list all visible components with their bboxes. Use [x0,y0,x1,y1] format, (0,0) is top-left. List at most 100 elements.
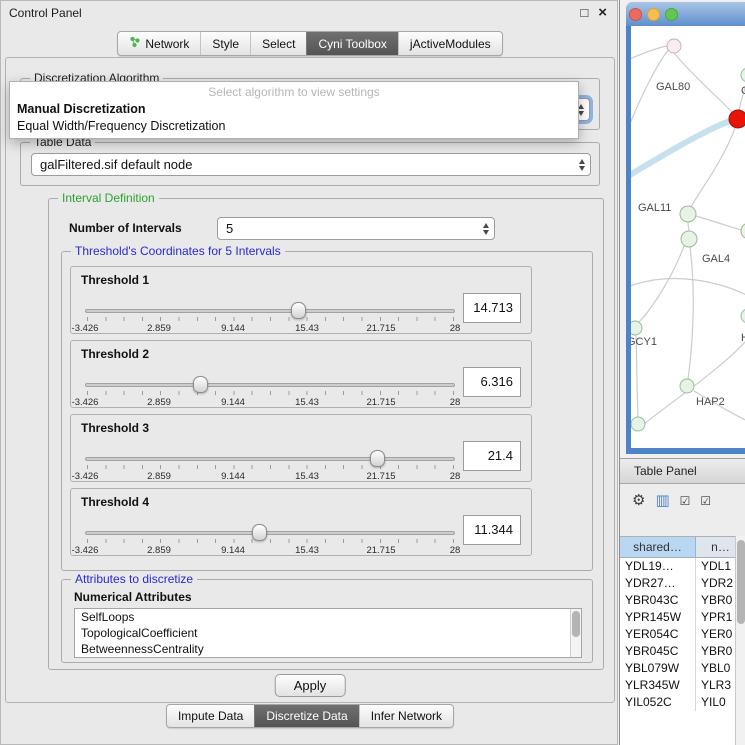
combo-stepper-icon[interactable] [579,159,585,171]
scrollbar-thumb[interactable] [572,611,580,637]
selected-network-node[interactable] [729,110,745,128]
table-cell[interactable]: YBR0 [696,643,735,660]
close-window-icon[interactable]: × [598,5,607,20]
network-node[interactable] [741,309,745,323]
tab-style[interactable]: Style [200,32,250,55]
threshold-slider[interactable]: -3.4262.8599.14415.4321.71528 [85,519,455,555]
threshold-value-field[interactable]: 11.344 [463,515,521,545]
table-cell[interactable]: YPR145W [620,609,696,626]
list-scrollbar[interactable] [570,609,581,657]
table-cell[interactable]: YBR045C [620,643,696,660]
table-cell[interactable]: YDL19… [620,558,696,575]
tab-label: Select [262,37,295,51]
network-node[interactable] [741,223,745,239]
tab-impute-data[interactable]: Impute Data [167,705,254,727]
table-cell[interactable]: YER0 [696,626,735,643]
threshold-value-field[interactable]: 21.4 [463,441,521,471]
network-view-window: GAL80GAGAL11GAL4GCY1HHAP2 [626,2,745,454]
tab-jactivemodules[interactable]: jActiveModules [398,32,502,55]
top-tab-bar: NetworkStyle Select Cyni ToolboxjActiveMod… [1,31,619,56]
gear-icon[interactable]: ⚙ [632,493,645,508]
close-traffic-light[interactable] [629,8,642,21]
table-cell[interactable]: YIL0 [696,694,735,711]
thresholds-container: Threshold 1-3.4262.8599.14415.4321.71528… [62,266,532,562]
network-node[interactable] [681,231,697,247]
float-window-icon[interactable]: □ [580,6,588,19]
table-cell[interactable]: YDR27… [620,575,696,592]
threshold-panel: Threshold 3 -3.4262.8599.14415.4321.71528… [70,414,532,482]
algorithm-option[interactable]: Manual Discretization [10,101,578,118]
tab-network[interactable]: Network [118,32,200,55]
table-cell[interactable]: YIL052C [620,694,696,711]
table-data-combo[interactable]: galFiltered.sif default node [31,153,591,176]
table-cell[interactable]: YPR1 [696,609,735,626]
table-cell[interactable]: YBL079W [620,660,696,677]
zoom-traffic-light[interactable] [665,8,678,21]
scale-label: 9.144 [221,545,245,556]
select-columns-icon[interactable]: ☑ [700,495,711,507]
node-label: GCY1 [631,336,657,348]
columns-icon[interactable]: ▥ [655,493,669,508]
table-scrollbar[interactable] [735,536,745,745]
thresholds-group-title: Threshold's Coordinates for 5 Intervals [71,244,285,258]
threshold-label: Threshold 2 [81,347,149,361]
threshold-value-field[interactable]: 6.316 [463,367,521,397]
slider-scale: -3.4262.8599.14415.4321.71528 [85,471,455,483]
list-item[interactable]: TopologicalCoefficient [75,625,581,641]
network-node[interactable] [680,379,694,393]
table-cell[interactable]: YDR2 [696,575,735,592]
table-cell[interactable]: YBR0 [696,592,735,609]
network-node[interactable] [631,321,642,335]
node-label: GAL11 [638,202,671,214]
table-row[interactable]: YER054CYER0 [620,626,735,643]
table-row[interactable]: YDR27…YDR2 [620,575,735,592]
table-row[interactable]: YDL19…YDL1 [620,558,735,575]
tab-select[interactable]: Select [250,32,306,55]
network-node[interactable] [667,39,681,53]
table-cell[interactable]: YER054C [620,626,696,643]
column-header[interactable]: shared… [620,536,696,558]
tab-discretize-data[interactable]: Discretize Data [254,705,358,727]
slider-thumb[interactable] [193,376,208,393]
threshold-slider[interactable]: -3.4262.8599.14415.4321.71528 [85,371,455,407]
network-node[interactable] [680,206,696,222]
tab-infer-network[interactable]: Infer Network [359,705,453,727]
right-panel-area: GAL80GAGAL11GAL4GCY1HHAP2 Table Panel ⚙▥… [619,0,745,745]
tab-cyni-toolbox[interactable]: Cyni Toolbox [306,32,397,55]
table-row[interactable]: YBR043CYBR0 [620,592,735,609]
table-row[interactable]: YPR145WYPR1 [620,609,735,626]
select-all-columns-icon[interactable]: ☑ [680,495,691,507]
number-of-intervals-combo[interactable]: 5 [217,217,495,240]
list-item[interactable]: SelfLoops [75,609,581,625]
slider-thumb[interactable] [291,302,306,319]
apply-button[interactable]: Apply [275,674,346,697]
minimize-traffic-light[interactable] [647,8,660,21]
table-row[interactable]: YBR045CYBR0 [620,643,735,660]
table-cell[interactable]: YBR043C [620,592,696,609]
table-cell[interactable]: YLR345W [620,677,696,694]
network-edge [691,128,735,207]
numerical-attributes-list[interactable]: SelfLoopsTopologicalCoefficientBetweenne… [74,608,582,658]
network-canvas[interactable]: GAL80GAGAL11GAL4GCY1HHAP2 [631,26,745,448]
scrollbar-thumb[interactable] [737,540,745,624]
table-cell[interactable]: YLR3 [696,677,735,694]
table-row[interactable]: YBL079WYBL0 [620,660,735,677]
combo-stepper-icon[interactable] [483,223,489,235]
network-node[interactable] [631,417,645,431]
table-row[interactable]: YLR345WYLR3 [620,677,735,694]
table-cell[interactable]: YDL1 [696,558,735,575]
bottom-tab-bar: Impute DataDiscretize DataInfer Network [1,704,619,728]
threshold-slider[interactable]: -3.4262.8599.14415.4321.71528 [85,297,455,333]
threshold-value-field[interactable]: 14.713 [463,293,521,323]
algorithm-option[interactable]: Equal Width/Frequency Discretization [10,118,578,135]
slider-ticks [87,539,455,543]
table-cell[interactable]: YBL0 [696,660,735,677]
threshold-label: Threshold 3 [81,421,149,435]
slider-thumb[interactable] [252,524,267,541]
slider-thumb[interactable] [370,450,385,467]
list-item[interactable]: BetweennessCentrality [75,641,581,657]
network-node[interactable] [741,68,745,82]
window-title: Control Panel [9,6,82,20]
threshold-slider[interactable]: -3.4262.8599.14415.4321.71528 [85,445,455,481]
table-row[interactable]: YIL052CYIL0 [620,694,735,711]
